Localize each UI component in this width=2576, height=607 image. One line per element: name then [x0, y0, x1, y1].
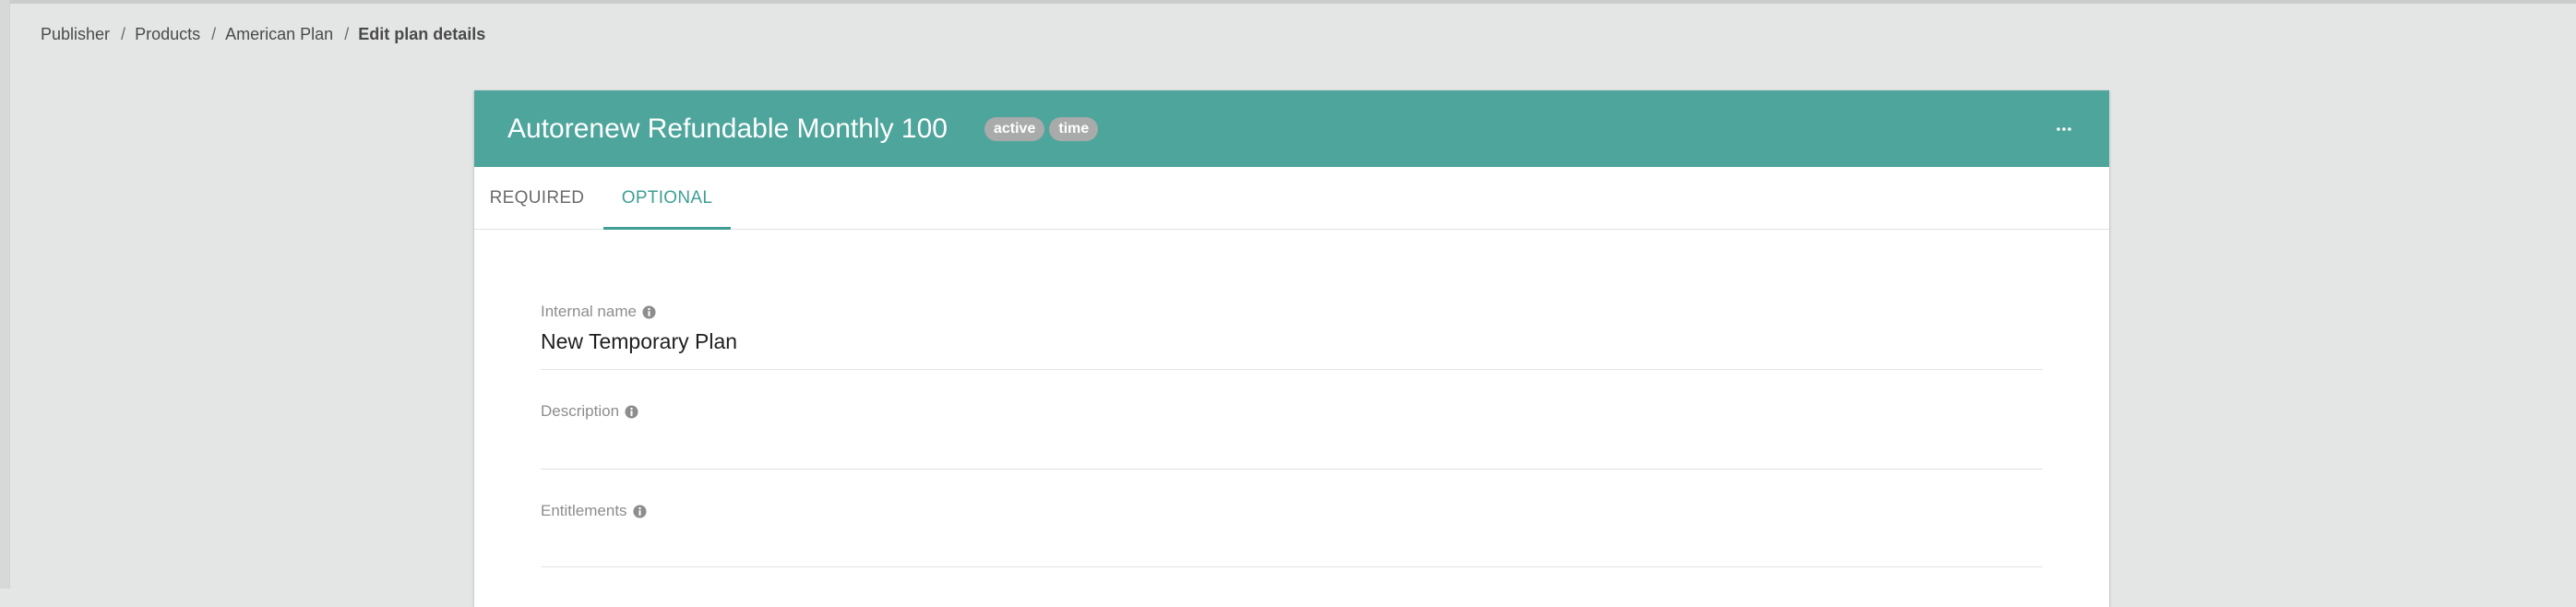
status-badges: active time	[984, 116, 1099, 141]
entitlements-label-row: Entitlements	[541, 502, 2043, 520]
plan-title: Autorenew Refundable Monthly 100	[507, 113, 948, 144]
active-tab-indicator	[603, 227, 731, 230]
info-icon	[642, 304, 656, 319]
top-border	[0, 0, 2576, 4]
entitlements-input[interactable]	[541, 529, 2043, 554]
status-badge-time: time	[1049, 116, 1099, 141]
tab-bar: REQUIRED OPTIONAL	[474, 167, 2109, 230]
breadcrumb: Publisher / Products / American Plan / E…	[41, 25, 485, 44]
breadcrumb-separator: /	[344, 25, 350, 43]
tab-required[interactable]: REQUIRED	[474, 167, 600, 229]
internal-name-input[interactable]: New Temporary Plan	[541, 329, 2043, 355]
breadcrumb-publisher[interactable]: Publisher	[41, 25, 110, 44]
card-header: Autorenew Refundable Monthly 100 active …	[474, 90, 2109, 167]
internal-name-label-row: Internal name	[541, 303, 2043, 321]
breadcrumb-products[interactable]: Products	[135, 25, 200, 44]
description-label: Description	[541, 402, 620, 420]
more-horizontal-icon	[2057, 126, 2071, 131]
breadcrumb-separator: /	[211, 25, 217, 43]
tab-optional[interactable]: OPTIONAL	[603, 167, 731, 229]
entitlements-label: Entitlements	[541, 502, 627, 519]
description-input[interactable]	[541, 429, 2043, 455]
info-icon	[625, 404, 638, 419]
info-icon	[633, 504, 647, 518]
breadcrumb-current: Edit plan details	[358, 25, 486, 43]
description-label-row: Description	[541, 402, 2043, 421]
status-badge-active: active	[984, 116, 1045, 141]
plan-details-card: Autorenew Refundable Monthly 100 active …	[474, 90, 2109, 607]
entitlements-field[interactable]: Entitlements	[541, 502, 2043, 567]
description-field[interactable]: Description	[541, 402, 2043, 470]
internal-name-field[interactable]: Internal name New Temporary Plan	[541, 303, 2043, 370]
breadcrumb-american-plan[interactable]: American Plan	[225, 25, 333, 44]
internal-name-label: Internal name	[541, 303, 637, 320]
left-edge	[0, 0, 10, 589]
breadcrumb-separator: /	[121, 25, 126, 43]
more-options-button[interactable]	[2052, 117, 2076, 141]
